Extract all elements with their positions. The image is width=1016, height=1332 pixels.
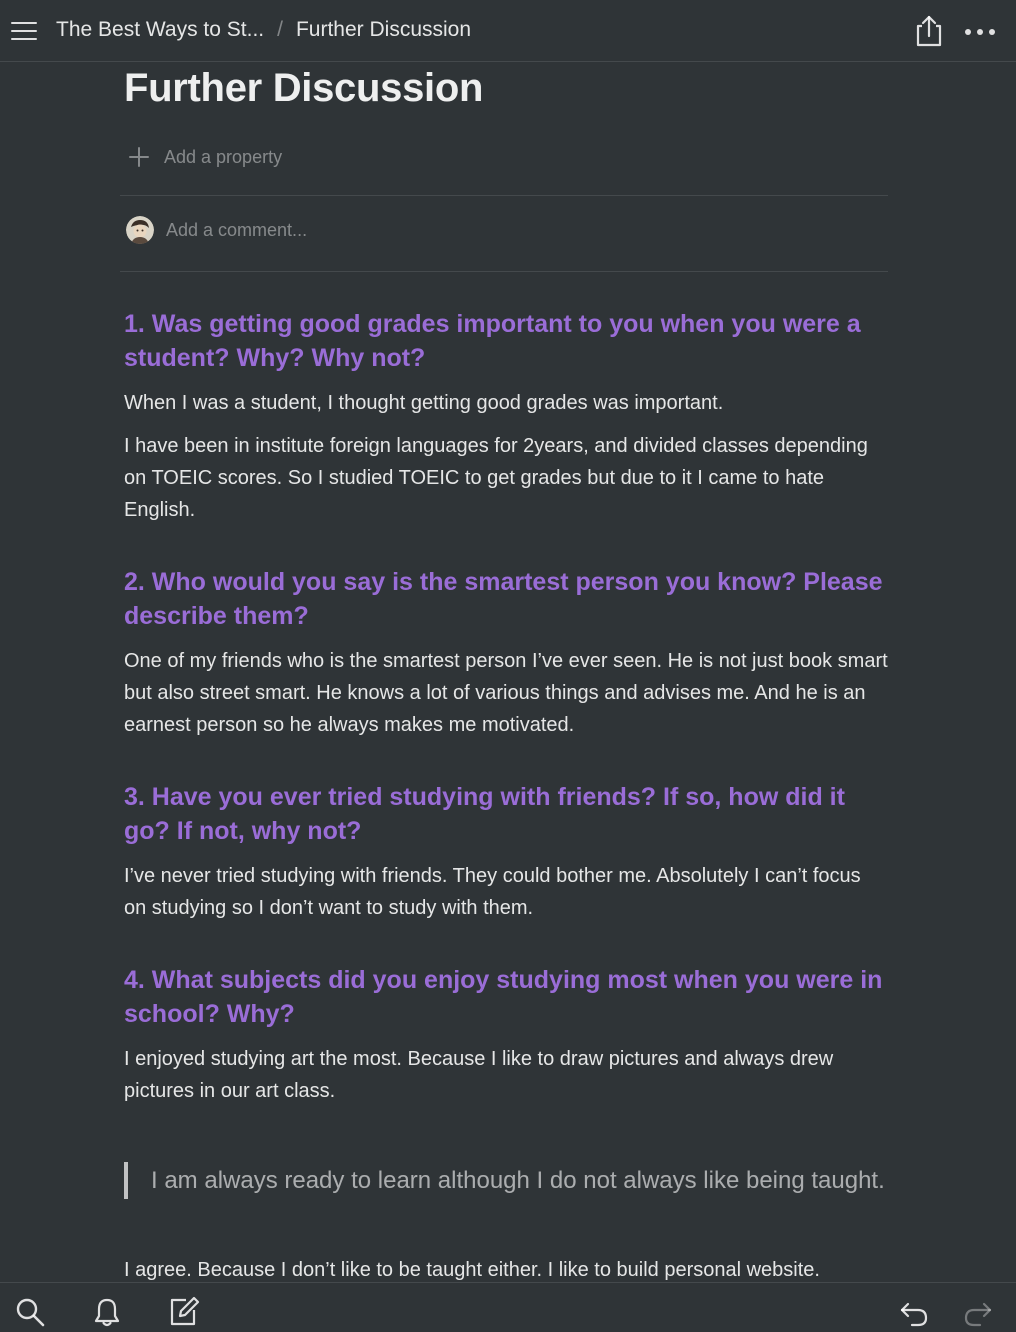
add-property-label: Add a property bbox=[164, 146, 283, 167]
divider bbox=[120, 195, 888, 196]
comment-placeholder: Add a comment... bbox=[166, 219, 308, 240]
search-icon[interactable] bbox=[14, 1296, 46, 1328]
avatar bbox=[126, 216, 154, 244]
question-heading-4[interactable]: 4. What subjects did you enjoy studying … bbox=[124, 963, 888, 1031]
breadcrumb: The Best Ways to St... / Further Discuss… bbox=[56, 18, 471, 42]
question-heading-3[interactable]: 3. Have you ever tried studying with fri… bbox=[124, 780, 888, 848]
undo-icon[interactable] bbox=[898, 1296, 930, 1328]
add-property-button[interactable]: Add a property bbox=[124, 146, 282, 168]
question-heading-1[interactable]: 1. Was getting good grades important to … bbox=[124, 307, 888, 375]
breadcrumb-separator: / bbox=[277, 18, 283, 41]
answer-paragraph[interactable]: One of my friends who is the smartest pe… bbox=[124, 645, 888, 741]
answer-paragraph[interactable]: I enjoyed studying art the most. Because… bbox=[124, 1043, 888, 1107]
compose-icon[interactable] bbox=[168, 1296, 200, 1328]
answer-paragraph[interactable]: I’ve never tried studying with friends. … bbox=[124, 860, 888, 924]
share-icon[interactable] bbox=[913, 14, 945, 48]
hamburger-menu-icon[interactable] bbox=[11, 20, 37, 42]
answer-paragraph[interactable]: I have been in institute foreign languag… bbox=[124, 430, 888, 526]
breadcrumb-parent[interactable]: The Best Ways to St... bbox=[56, 18, 264, 42]
more-horizontal-icon[interactable] bbox=[962, 22, 998, 42]
bottom-toolbar bbox=[0, 1282, 1016, 1332]
plus-icon bbox=[129, 147, 149, 167]
bell-icon[interactable] bbox=[91, 1296, 123, 1328]
top-bar: The Best Ways to St... / Further Discuss… bbox=[0, 0, 1016, 62]
breadcrumb-current[interactable]: Further Discussion bbox=[296, 18, 471, 42]
quote-block[interactable]: I am always ready to learn although I do… bbox=[124, 1162, 888, 1199]
answer-paragraph[interactable]: When I was a student, I thought getting … bbox=[124, 387, 888, 419]
page-title[interactable]: Further Discussion bbox=[124, 66, 483, 111]
question-heading-2[interactable]: 2. Who would you say is the smartest per… bbox=[124, 565, 888, 633]
redo-icon[interactable] bbox=[962, 1296, 994, 1328]
divider bbox=[120, 271, 888, 272]
comment-input[interactable]: Add a comment... bbox=[124, 216, 307, 244]
